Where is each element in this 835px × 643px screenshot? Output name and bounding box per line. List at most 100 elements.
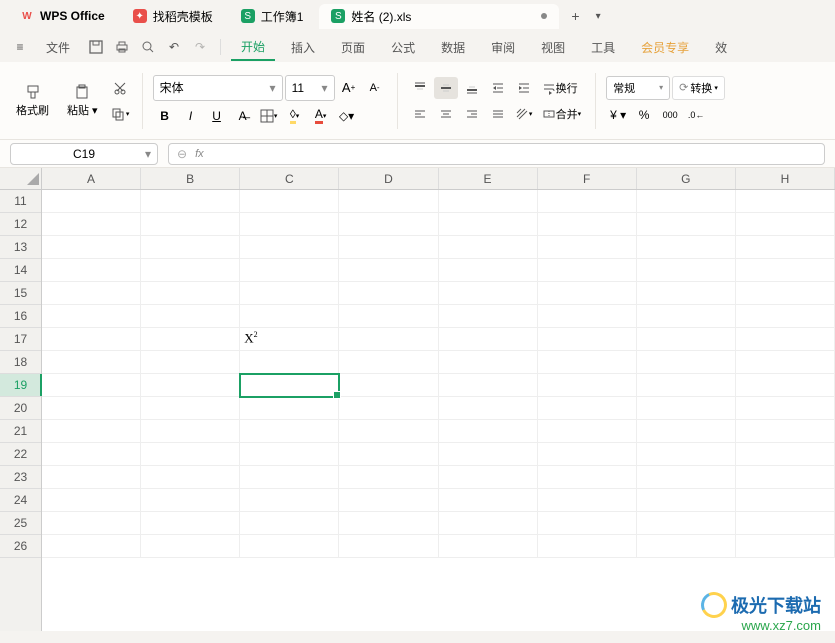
merge-button[interactable]: 合并▾ bbox=[538, 103, 586, 125]
cell[interactable] bbox=[439, 374, 538, 397]
cell[interactable] bbox=[240, 397, 339, 420]
cell[interactable] bbox=[736, 282, 835, 305]
cell[interactable] bbox=[141, 489, 240, 512]
cell[interactable] bbox=[141, 466, 240, 489]
cell[interactable] bbox=[240, 443, 339, 466]
cell[interactable] bbox=[736, 535, 835, 558]
cell[interactable] bbox=[637, 535, 736, 558]
tab-start[interactable]: 开始 bbox=[231, 34, 275, 61]
cell[interactable] bbox=[339, 420, 438, 443]
font-increase-button[interactable]: A+ bbox=[337, 77, 361, 99]
cell[interactable] bbox=[42, 328, 141, 351]
fx-icon[interactable]: fx bbox=[195, 148, 204, 160]
cell[interactable] bbox=[439, 512, 538, 535]
cell[interactable] bbox=[736, 259, 835, 282]
cell[interactable] bbox=[736, 190, 835, 213]
cell[interactable] bbox=[736, 213, 835, 236]
row-header[interactable]: 17 bbox=[0, 328, 41, 351]
cell[interactable] bbox=[141, 374, 240, 397]
cell[interactable] bbox=[439, 397, 538, 420]
cell[interactable] bbox=[538, 259, 637, 282]
cell[interactable] bbox=[339, 535, 438, 558]
cell[interactable] bbox=[439, 420, 538, 443]
cell[interactable] bbox=[42, 190, 141, 213]
row-header[interactable]: 24 bbox=[0, 489, 41, 512]
cell[interactable] bbox=[736, 420, 835, 443]
cell[interactable] bbox=[339, 466, 438, 489]
name-box[interactable]: C19 ▾ bbox=[10, 143, 158, 165]
cell[interactable] bbox=[42, 351, 141, 374]
cell[interactable] bbox=[736, 466, 835, 489]
tab-workbook1[interactable]: S 工作簿1 bbox=[229, 4, 316, 29]
cell[interactable] bbox=[339, 489, 438, 512]
row-header[interactable]: 14 bbox=[0, 259, 41, 282]
cell[interactable] bbox=[637, 489, 736, 512]
align-right-button[interactable] bbox=[460, 103, 484, 125]
cell[interactable] bbox=[538, 489, 637, 512]
number-format-select[interactable]: 常规▾ bbox=[606, 76, 670, 100]
cell[interactable] bbox=[439, 190, 538, 213]
convert-button[interactable]: ⟳转换▾ bbox=[672, 76, 725, 100]
tab-tools[interactable]: 工具 bbox=[581, 35, 625, 60]
row-header[interactable]: 18 bbox=[0, 351, 41, 374]
cell[interactable] bbox=[42, 443, 141, 466]
cut-button[interactable] bbox=[108, 77, 132, 99]
cell[interactable] bbox=[339, 190, 438, 213]
column-header[interactable]: A bbox=[42, 168, 141, 189]
redo-icon[interactable]: ↷ bbox=[190, 37, 210, 57]
wrap-button[interactable]: 换行 bbox=[538, 77, 582, 99]
paste-button[interactable]: 粘贴 ▾ bbox=[59, 82, 106, 120]
row-header[interactable]: 22 bbox=[0, 443, 41, 466]
cell[interactable] bbox=[538, 328, 637, 351]
row-header[interactable]: 15 bbox=[0, 282, 41, 305]
cell[interactable] bbox=[637, 328, 736, 351]
cell[interactable] bbox=[42, 259, 141, 282]
formula-input[interactable]: ⊖ fx bbox=[168, 143, 825, 165]
tab-page[interactable]: 页面 bbox=[331, 35, 375, 60]
cell[interactable] bbox=[637, 466, 736, 489]
cell[interactable] bbox=[439, 466, 538, 489]
cell[interactable] bbox=[42, 236, 141, 259]
comma-button[interactable]: 000 bbox=[658, 104, 682, 126]
cell[interactable] bbox=[339, 305, 438, 328]
cell[interactable] bbox=[637, 374, 736, 397]
cell[interactable] bbox=[141, 535, 240, 558]
copy-button[interactable]: ▾ bbox=[108, 103, 132, 125]
tab-vip[interactable]: 会员专享 bbox=[631, 35, 699, 60]
row-header[interactable]: 26 bbox=[0, 535, 41, 558]
cell[interactable] bbox=[538, 190, 637, 213]
cell[interactable] bbox=[42, 374, 141, 397]
column-header[interactable]: D bbox=[339, 168, 438, 189]
align-top-button[interactable] bbox=[408, 77, 432, 99]
cell[interactable] bbox=[141, 512, 240, 535]
column-header[interactable]: G bbox=[637, 168, 736, 189]
percent-button[interactable]: % bbox=[632, 104, 656, 126]
cell[interactable] bbox=[637, 397, 736, 420]
cell[interactable] bbox=[637, 443, 736, 466]
cell[interactable] bbox=[339, 397, 438, 420]
column-header[interactable]: C bbox=[240, 168, 339, 189]
cell[interactable] bbox=[42, 305, 141, 328]
file-menu[interactable]: 文件 bbox=[36, 35, 80, 60]
cell[interactable] bbox=[538, 512, 637, 535]
cell[interactable] bbox=[339, 512, 438, 535]
cell[interactable]: X2 bbox=[240, 328, 339, 351]
row-header[interactable]: 21 bbox=[0, 420, 41, 443]
cell[interactable] bbox=[339, 374, 438, 397]
underline-button[interactable]: U bbox=[205, 105, 229, 127]
cell[interactable] bbox=[42, 282, 141, 305]
cell[interactable] bbox=[240, 374, 339, 397]
row-header[interactable]: 23 bbox=[0, 466, 41, 489]
cell[interactable] bbox=[439, 351, 538, 374]
cell[interactable] bbox=[240, 535, 339, 558]
cell[interactable] bbox=[240, 259, 339, 282]
cell[interactable] bbox=[42, 420, 141, 443]
cell[interactable] bbox=[538, 535, 637, 558]
cell[interactable] bbox=[141, 282, 240, 305]
cell[interactable] bbox=[439, 305, 538, 328]
cell[interactable] bbox=[339, 236, 438, 259]
cell[interactable] bbox=[538, 236, 637, 259]
cell[interactable] bbox=[141, 236, 240, 259]
align-middle-button[interactable] bbox=[434, 77, 458, 99]
fill-color-button[interactable]: ◊▾ bbox=[283, 105, 307, 127]
